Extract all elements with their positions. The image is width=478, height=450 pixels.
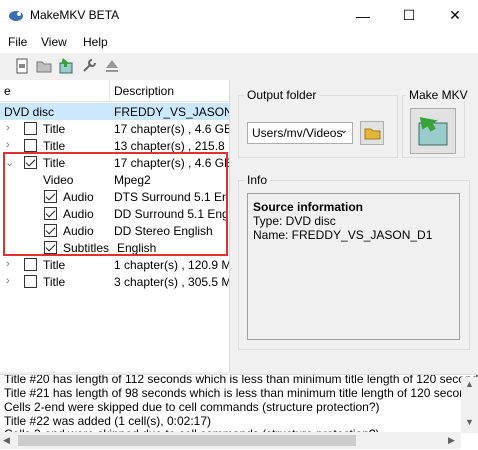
tree-row-title[interactable]: › Title 3 chapter(s) , 305.5 M	[0, 273, 229, 290]
open-folder-icon[interactable]	[35, 57, 53, 75]
menu-help[interactable]: Help	[83, 35, 108, 49]
open-file-icon[interactable]	[13, 57, 31, 75]
scroll-left-icon[interactable]: ◀	[3, 435, 10, 446]
title-checkbox[interactable]	[24, 275, 37, 288]
title-checkbox[interactable]	[24, 139, 37, 152]
eject-icon[interactable]	[103, 57, 121, 75]
title-checkbox[interactable]	[24, 258, 37, 271]
chevron-right-icon[interactable]: ›	[6, 258, 10, 270]
window-title: MakeMKV BETA	[30, 8, 120, 22]
disc-description: FREDDY_VS_JASON_D	[114, 105, 229, 119]
log-line: Cells 2-end were skipped due to cell com…	[4, 400, 380, 414]
chevron-right-icon[interactable]: ›	[6, 122, 10, 134]
column-header-name[interactable]: e	[0, 80, 110, 102]
maximize-icon: ☐	[402, 7, 416, 23]
maximize-button[interactable]: ☐	[386, 0, 432, 31]
minimize-button[interactable]: —	[340, 0, 386, 31]
info-heading: Source information	[253, 200, 364, 214]
preferences-wrench-icon[interactable]	[80, 57, 98, 75]
close-icon: ✕	[449, 7, 461, 23]
toolbar	[0, 53, 478, 79]
tree-row-title[interactable]: › Title 1 chapter(s) , 120.9 M	[0, 256, 229, 273]
menu-view[interactable]: View	[41, 35, 67, 49]
chevron-down-icon: ⌄	[339, 125, 348, 136]
folder-icon	[364, 128, 381, 140]
makemkv-logo-icon	[9, 11, 23, 21]
info-panel: Source information Type: DVD disc Name: …	[247, 193, 460, 340]
info-name: Name: FREDDY_VS_JASON_D1	[253, 228, 433, 242]
info-label: Info	[244, 173, 271, 187]
scroll-down-icon[interactable]: ▼	[465, 417, 474, 427]
chevron-right-icon[interactable]: ›	[6, 275, 10, 287]
menu-file[interactable]: File	[8, 35, 27, 49]
scroll-thumb[interactable]	[18, 435, 356, 446]
log-line: Title #22 was added (1 cell(s), 0:02:17)	[4, 414, 211, 428]
log-line: Title #21 has length of 98 seconds which…	[4, 386, 478, 400]
make-mkv-icon	[418, 117, 448, 146]
info-type: Type: DVD disc	[253, 214, 336, 228]
browse-folder-button[interactable]	[360, 121, 384, 145]
scroll-right-icon[interactable]: ▶	[448, 435, 455, 446]
title-bar: MakeMKV BETA — ☐ ✕	[0, 0, 478, 31]
output-folder-label: Output folder	[244, 88, 320, 102]
disc-label: DVD disc	[4, 105, 55, 119]
make-mkv-label: Make MKV	[406, 88, 471, 102]
column-header-description[interactable]: Description	[110, 80, 229, 102]
log-line: Title #20 has length of 112 seconds whic…	[4, 374, 478, 386]
output-folder-select[interactable]: Users/mv/Videos ⌄	[247, 122, 353, 144]
selection-highlight-box	[3, 152, 228, 256]
scroll-up-icon[interactable]: ▲	[465, 379, 474, 389]
tree-row-title[interactable]: › Title 17 chapter(s) , 4.6 GB	[0, 120, 229, 137]
log-horizontal-scrollbar[interactable]: ◀ ▶	[0, 432, 461, 449]
make-mkv-button[interactable]	[410, 108, 456, 154]
tree-row-disc[interactable]: DVD disc FREDDY_VS_JASON_D	[0, 103, 229, 120]
chevron-right-icon[interactable]: ›	[6, 139, 10, 151]
log-vertical-scrollbar[interactable]: ▲ ▼	[461, 377, 478, 433]
close-button[interactable]: ✕	[432, 0, 478, 31]
menu-bar: File View Help	[0, 31, 478, 53]
minimize-icon: —	[356, 7, 370, 24]
backup-disc-icon[interactable]	[57, 57, 75, 75]
title-checkbox[interactable]	[24, 122, 37, 135]
